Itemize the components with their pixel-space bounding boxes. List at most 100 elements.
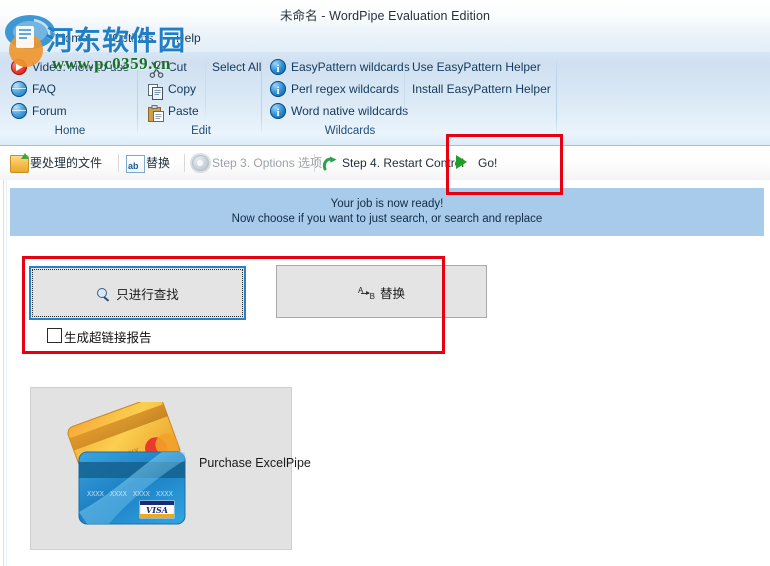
wordpipe-window: 未命名 - WordPipe Evaluation Edition Home O… bbox=[0, 0, 770, 566]
svg-text:VISA: VISA bbox=[146, 505, 168, 515]
copy-icon bbox=[147, 81, 163, 100]
steps-toolbar: 要处理的文件 替换 Step 3. Options 选项 Step 4. Res… bbox=[0, 146, 770, 181]
menu-item-home[interactable]: Home bbox=[50, 31, 94, 45]
ribbon-item-word-native-wildcards[interactable]: Word native wildcards bbox=[269, 100, 409, 124]
ribbon-separator bbox=[137, 56, 138, 136]
left-edge-rule bbox=[3, 180, 4, 566]
restart-arrow-icon-svg bbox=[322, 156, 337, 171]
clipboard-icon-svg bbox=[148, 105, 164, 122]
ribbon-item-copy-label: Copy bbox=[168, 82, 197, 96]
a-to-b-icon: A B bbox=[358, 286, 375, 301]
menu-bar: Home Options Help bbox=[0, 26, 770, 53]
ribbon-item-cut[interactable]: Cut bbox=[146, 56, 187, 78]
ribbon-item-paste-label: Paste bbox=[168, 104, 199, 118]
ribbon-item-cut-label: Cut bbox=[168, 60, 187, 74]
svg-text:XXXX: XXXX bbox=[110, 490, 128, 498]
toolbar-separator bbox=[314, 154, 315, 172]
find-magnifier-icon bbox=[96, 287, 111, 302]
a-to-b-icon-b: B bbox=[369, 291, 375, 301]
step-button-replace[interactable]: 替换 bbox=[124, 150, 171, 179]
ribbon-item-select-all[interactable]: Select All bbox=[212, 56, 261, 78]
ribbon-group-home: Video: How to use FAQ Forum Home bbox=[4, 54, 136, 142]
globe-icon bbox=[11, 81, 27, 97]
step-button-files-to-process[interactable]: 要处理的文件 bbox=[8, 150, 102, 176]
restart-arrow-icon bbox=[322, 155, 339, 171]
step-button-restart-control[interactable]: Step 4. Restart Control bbox=[320, 150, 464, 176]
step-button-replace-label: 替换 bbox=[146, 156, 171, 170]
step-button-options[interactable]: Step 3. Options 选项 bbox=[190, 150, 322, 176]
ribbon-item-video[interactable]: Video: How to use bbox=[10, 56, 129, 78]
hyperlink-report-checkbox-label: 生成超链接报告 bbox=[64, 331, 152, 345]
purchase-panel[interactable]: XXXX XXXX XXXX XXXX XXXX XXXX bbox=[30, 387, 311, 550]
menu-item-options[interactable]: Options bbox=[106, 31, 159, 45]
svg-text:XXXX: XXXX bbox=[87, 490, 105, 498]
ribbon-item-paste[interactable]: Paste bbox=[146, 100, 199, 122]
ribbon-item-perl-regex-wildcards[interactable]: Perl regex wildcards bbox=[269, 78, 400, 102]
gear-icon bbox=[192, 155, 209, 171]
ribbon-item-perl-regex-wildcards-label: Perl regex wildcards bbox=[291, 82, 400, 96]
ribbon-subseparator bbox=[404, 56, 405, 118]
svg-text:XXXX: XXXX bbox=[133, 490, 151, 498]
status-banner: Your job is now ready! Now choose if you… bbox=[10, 188, 764, 236]
ribbon-item-video-label: Video: How to use bbox=[32, 60, 130, 74]
scissors-icon bbox=[147, 59, 164, 78]
replace-ab-icon bbox=[126, 153, 145, 179]
ribbon-separator bbox=[261, 56, 262, 136]
step-button-go-label: Go! bbox=[478, 156, 498, 170]
menu-item-help[interactable]: Help bbox=[170, 31, 207, 45]
ribbon-item-forum-label: Forum bbox=[32, 104, 67, 118]
window-title: 未命名 - WordPipe Evaluation Edition bbox=[279, 9, 491, 23]
search-only-button-label: 只进行查找 bbox=[116, 288, 179, 302]
green-play-icon bbox=[456, 155, 467, 169]
search-only-button[interactable]: 只进行查找 bbox=[29, 266, 246, 320]
replace-button-label: 替换 bbox=[379, 286, 405, 301]
ribbon-item-use-easypattern-helper-label: Use EasyPattern Helper bbox=[412, 60, 541, 74]
step-button-files-to-process-label: 要处理的文件 bbox=[30, 156, 103, 170]
toolbar-separator bbox=[184, 154, 185, 172]
a-to-b-icon-arrow bbox=[360, 290, 370, 295]
ribbon-group-wildcards-title: Wildcards bbox=[324, 125, 376, 137]
left-edge-rule-2 bbox=[6, 180, 7, 566]
ribbon-item-install-easypattern-helper[interactable]: Install EasyPattern Helper bbox=[412, 78, 551, 100]
clipboard-icon bbox=[147, 103, 164, 122]
hyperlink-report-checkbox[interactable] bbox=[47, 328, 62, 343]
search-only-button-content: 只进行查找 bbox=[31, 284, 244, 303]
ribbon-separator bbox=[556, 56, 557, 136]
step-button-go[interactable]: Go! bbox=[452, 150, 497, 176]
ribbon-group-edit-body: Cut Copy Paste Select All bbox=[142, 54, 261, 122]
ribbon-item-easypattern-wildcards[interactable]: EasyPattern wildcards bbox=[269, 56, 410, 80]
ribbon-group-home-body: Video: How to use FAQ Forum bbox=[4, 54, 136, 122]
ribbon-item-copy[interactable]: Copy bbox=[146, 78, 196, 100]
ribbon-subseparator bbox=[205, 56, 206, 118]
ribbon-item-faq-label: FAQ bbox=[32, 82, 57, 96]
replace-button-content: A B 替换 bbox=[277, 283, 486, 302]
ribbon-group-wildcards: EasyPattern wildcards Perl regex wildcar… bbox=[265, 54, 555, 142]
ribbon-group-edit-title: Edit bbox=[191, 125, 211, 137]
scissors-icon-svg bbox=[149, 61, 164, 78]
title-bar: 未命名 - WordPipe Evaluation Edition bbox=[0, 0, 770, 27]
copy-icon-svg bbox=[148, 84, 163, 100]
globe-icon bbox=[11, 103, 27, 119]
replace-button[interactable]: A B 替换 bbox=[276, 265, 487, 318]
ribbon-group-wildcards-body: EasyPattern wildcards Perl regex wildcar… bbox=[265, 54, 555, 124]
ribbon-item-forum[interactable]: Forum bbox=[10, 100, 67, 122]
ribbon-item-word-native-wildcards-label: Word native wildcards bbox=[291, 104, 409, 118]
status-banner-line-2: Now choose if you want to just search, o… bbox=[231, 213, 543, 225]
ribbon-item-install-easypattern-helper-label: Install EasyPattern Helper bbox=[412, 82, 551, 96]
step-button-options-label: Step 3. Options 选项 bbox=[212, 156, 323, 170]
credit-cards-image: XXXX XXXX XXXX XXXX XXXX XXXX bbox=[67, 402, 186, 525]
status-banner-line-1: Your job is now ready! bbox=[330, 198, 444, 210]
purchase-panel-label: Purchase ExcelPipe bbox=[199, 456, 311, 470]
svg-text:XXXX: XXXX bbox=[156, 490, 174, 498]
info-icon bbox=[270, 58, 286, 80]
ribbon-item-use-easypattern-helper[interactable]: Use EasyPattern Helper bbox=[412, 56, 541, 78]
ribbon: Video: How to use FAQ Forum Home Cut Cop… bbox=[0, 52, 770, 146]
ribbon-group-home-title: Home bbox=[54, 125, 86, 137]
info-icon bbox=[270, 80, 286, 102]
open-folder-icon bbox=[10, 153, 29, 173]
info-icon bbox=[270, 102, 286, 124]
step-button-restart-control-label: Step 4. Restart Control bbox=[342, 156, 465, 170]
ribbon-item-select-all-label: Select All bbox=[212, 60, 262, 74]
ribbon-group-edit: Cut Copy Paste Select All Edit bbox=[142, 54, 261, 142]
ribbon-item-faq[interactable]: FAQ bbox=[10, 78, 56, 100]
